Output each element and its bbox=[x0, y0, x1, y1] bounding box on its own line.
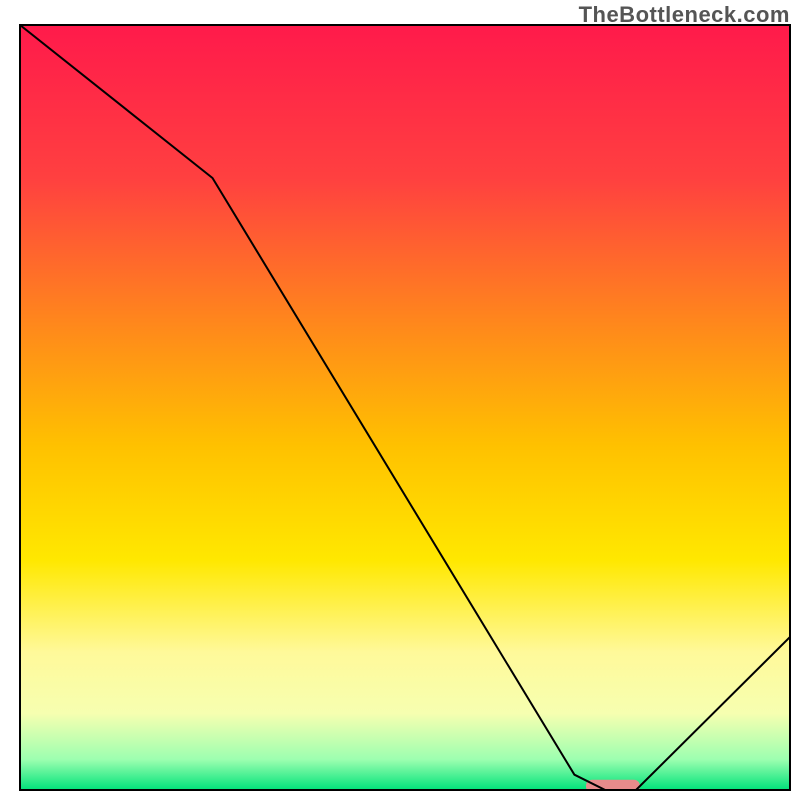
watermark-text: TheBottleneck.com bbox=[579, 2, 790, 28]
chart-background bbox=[20, 25, 790, 790]
chart-svg bbox=[0, 0, 800, 800]
chart-container: TheBottleneck.com bbox=[0, 0, 800, 800]
